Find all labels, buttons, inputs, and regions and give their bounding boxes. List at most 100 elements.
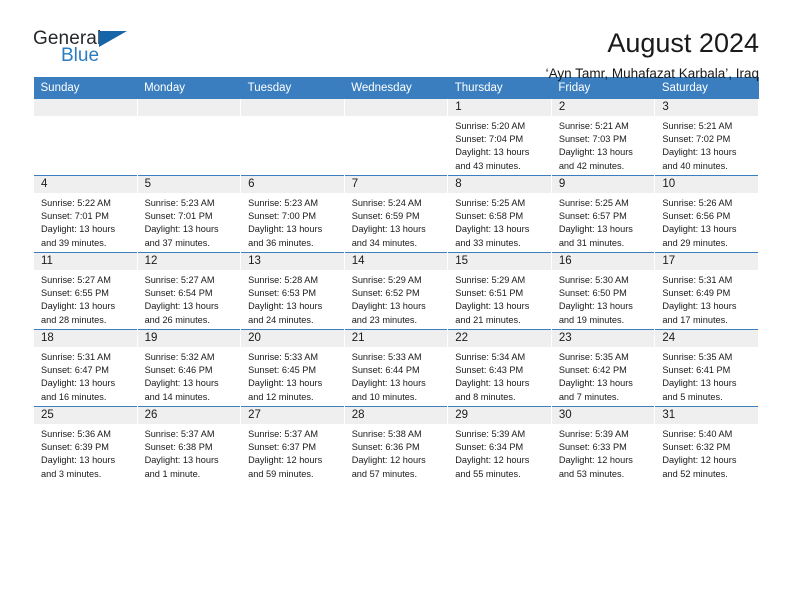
day-sun-info: Sunrise: 5:32 AM Sunset: 6:46 PM Daylight:…: [138, 347, 241, 404]
calendar-day-cell[interactable]: 31 Sunrise: 5:40 AM Sunset: 6:32 PM Dayligh…: [654, 406, 759, 483]
day-info-line: Daylight: 13 hours: [41, 378, 116, 389]
day-info-line: Sunrise: 5:39 AM: [558, 429, 629, 439]
calendar-week-row: 4 Sunrise: 5:22 AM Sunset: 7:01 PM Daylight…: [33, 175, 759, 253]
day-number: 30: [551, 407, 655, 424]
calendar-day-cell[interactable]: 30 Sunrise: 5:39 AM Sunset: 6:33 PM Dayligh…: [550, 406, 656, 483]
day-info-line: Daylight: 13 hours: [248, 224, 323, 235]
day-info-line: Sunrise: 5:23 AM: [144, 198, 215, 208]
day-info-line: Sunrise: 5:22 AM: [41, 198, 111, 208]
day-info-line: Daylight: 12 hours: [558, 455, 633, 466]
day-info-line: and 29 minutes.: [662, 237, 728, 248]
day-info-line: and 21 minutes.: [455, 314, 521, 325]
day-info-line: Daylight: 13 hours: [144, 301, 219, 312]
day-info-line: and 3 minutes.: [41, 468, 102, 479]
day-info-line: and 8 minutes.: [455, 391, 516, 402]
day-sun-info: Sunrise: 5:29 AM Sunset: 6:51 PM Daylight:…: [448, 270, 551, 327]
day-number: [34, 99, 137, 116]
calendar-day-cell[interactable]: 22 Sunrise: 5:34 AM Sunset: 6:43 PM Dayligh…: [447, 329, 552, 407]
brand-logo[interactable]: General Blue: [33, 28, 153, 76]
day-info-line: Daylight: 13 hours: [144, 224, 219, 235]
day-info-line: Sunrise: 5:27 AM: [41, 275, 111, 285]
calendar-day-cell[interactable]: 12 Sunrise: 5:27 AM Sunset: 6:54 PM Dayligh…: [136, 252, 242, 330]
calendar-day-cell[interactable]: 4 Sunrise: 5:22 AM Sunset: 7:01 PM Daylight…: [33, 175, 138, 253]
calendar-day-cell[interactable]: 1 Sunrise: 5:20 AM Sunset: 7:04 PM Daylight…: [447, 99, 552, 176]
day-info-line: Sunrise: 5:21 AM: [662, 121, 733, 131]
calendar-day-cell[interactable]: 25 Sunrise: 5:36 AM Sunset: 6:39 PM Dayligh…: [33, 406, 138, 483]
day-info-line: Sunrise: 5:29 AM: [455, 275, 526, 285]
day-info-line: Sunset: 6:44 PM: [351, 365, 420, 376]
calendar-day-cell[interactable]: 7 Sunrise: 5:24 AM Sunset: 6:59 PM Daylight…: [343, 175, 449, 253]
day-info-line: Daylight: 13 hours: [144, 378, 219, 389]
calendar-day-cell[interactable]: 23 Sunrise: 5:35 AM Sunset: 6:42 PM Dayligh…: [550, 329, 656, 407]
day-info-line: and 34 minutes.: [351, 237, 418, 248]
day-info-line: Sunset: 6:34 PM: [455, 442, 524, 453]
calendar-day-cell[interactable]: 5 Sunrise: 5:23 AM Sunset: 7:01 PM Daylight…: [136, 175, 242, 253]
day-info-line: Sunset: 6:53 PM: [248, 288, 317, 299]
calendar-day-cell[interactable]: 15 Sunrise: 5:29 AM Sunset: 6:51 PM Dayligh…: [447, 252, 552, 330]
calendar-day-cell[interactable]: 19 Sunrise: 5:32 AM Sunset: 6:46 PM Dayligh…: [136, 329, 242, 407]
day-info-line: Sunset: 7:04 PM: [455, 134, 524, 145]
calendar-day-cell-empty: [240, 99, 345, 176]
day-sun-info: Sunrise: 5:26 AM Sunset: 6:56 PM Daylight:…: [655, 193, 758, 250]
day-info-line: Sunset: 6:56 PM: [662, 211, 731, 222]
day-info-line: and 26 minutes.: [144, 314, 210, 325]
calendar-day-cell[interactable]: 13 Sunrise: 5:28 AM Sunset: 6:53 PM Dayligh…: [240, 252, 345, 330]
day-info-line: and 57 minutes.: [351, 468, 418, 479]
day-sun-info: Sunrise: 5:36 AM Sunset: 6:39 PM Daylight:…: [34, 424, 137, 481]
day-info-line: and 19 minutes.: [558, 314, 625, 325]
day-info-line: Daylight: 13 hours: [455, 301, 530, 312]
calendar-day-cell[interactable]: 27 Sunrise: 5:37 AM Sunset: 6:37 PM Dayligh…: [240, 406, 345, 483]
day-sun-info: Sunrise: 5:34 AM Sunset: 6:43 PM Daylight:…: [448, 347, 551, 404]
calendar-day-cell[interactable]: 2 Sunrise: 5:21 AM Sunset: 7:03 PM Daylight…: [550, 99, 656, 176]
calendar-day-cell[interactable]: 24 Sunrise: 5:35 AM Sunset: 6:41 PM Dayligh…: [654, 329, 759, 407]
calendar-day-cell[interactable]: 18 Sunrise: 5:31 AM Sunset: 6:47 PM Dayligh…: [33, 329, 138, 407]
day-info-line: Sunset: 6:38 PM: [144, 442, 213, 453]
day-sun-info: Sunrise: 5:27 AM Sunset: 6:54 PM Daylight:…: [138, 270, 241, 327]
calendar-day-cell[interactable]: 20 Sunrise: 5:33 AM Sunset: 6:45 PM Dayligh…: [240, 329, 345, 407]
day-info-line: Daylight: 12 hours: [662, 455, 737, 466]
day-info-line: Sunset: 6:47 PM: [41, 365, 109, 376]
calendar-day-cell[interactable]: 11 Sunrise: 5:27 AM Sunset: 6:55 PM Dayligh…: [33, 252, 138, 330]
day-info-line: Sunset: 6:49 PM: [662, 288, 731, 299]
day-info-line: and 43 minutes.: [455, 160, 521, 171]
day-info-line: Sunset: 6:50 PM: [558, 288, 627, 299]
calendar-day-cell[interactable]: 17 Sunrise: 5:31 AM Sunset: 6:49 PM Dayligh…: [654, 252, 759, 330]
calendar-day-cell[interactable]: 8 Sunrise: 5:25 AM Sunset: 6:58 PM Daylight…: [447, 175, 552, 253]
day-info-line: Sunrise: 5:40 AM: [662, 429, 733, 439]
calendar-week-row: 18 Sunrise: 5:31 AM Sunset: 6:47 PM Dayligh…: [33, 329, 759, 407]
day-info-line: Sunset: 6:59 PM: [351, 211, 420, 222]
day-info-line: and 12 minutes.: [248, 391, 314, 402]
day-number: 1: [448, 99, 551, 116]
day-number: 20: [241, 330, 344, 347]
day-info-line: Sunrise: 5:20 AM: [455, 121, 526, 131]
day-number: [344, 99, 448, 116]
day-info-line: Daylight: 13 hours: [41, 301, 116, 312]
day-sun-info: Sunrise: 5:33 AM Sunset: 6:44 PM Daylight:…: [345, 347, 448, 404]
calendar-day-cell[interactable]: 29 Sunrise: 5:39 AM Sunset: 6:34 PM Dayligh…: [447, 406, 552, 483]
day-number: 15: [448, 253, 551, 270]
calendar-day-cell[interactable]: 3 Sunrise: 5:21 AM Sunset: 7:02 PM Daylight…: [654, 99, 759, 176]
day-info-line: Daylight: 13 hours: [41, 224, 116, 235]
day-info-line: Daylight: 13 hours: [351, 378, 426, 389]
day-info-line: Sunset: 6:41 PM: [662, 365, 731, 376]
calendar-day-cell[interactable]: 28 Sunrise: 5:38 AM Sunset: 6:36 PM Dayligh…: [343, 406, 449, 483]
calendar-day-cell[interactable]: 21 Sunrise: 5:33 AM Sunset: 6:44 PM Dayligh…: [343, 329, 449, 407]
day-info-line: Sunrise: 5:26 AM: [662, 198, 733, 208]
calendar-day-cell[interactable]: 10 Sunrise: 5:26 AM Sunset: 6:56 PM Dayligh…: [654, 175, 759, 253]
day-info-line: Sunrise: 5:34 AM: [455, 352, 526, 362]
calendar-table: Sunday Monday Tuesday Wednesday Thursday…: [33, 77, 759, 483]
day-info-line: and 40 minutes.: [662, 160, 728, 171]
day-sun-info: Sunrise: 5:25 AM Sunset: 6:57 PM Daylight:…: [552, 193, 655, 250]
calendar-day-cell[interactable]: 14 Sunrise: 5:29 AM Sunset: 6:52 PM Dayligh…: [343, 252, 449, 330]
calendar-day-cell[interactable]: 6 Sunrise: 5:23 AM Sunset: 7:00 PM Daylight…: [240, 175, 345, 253]
calendar-day-cell[interactable]: 16 Sunrise: 5:30 AM Sunset: 6:50 PM Dayligh…: [550, 252, 656, 330]
day-number: 22: [448, 330, 551, 347]
calendar-day-cell[interactable]: 26 Sunrise: 5:37 AM Sunset: 6:38 PM Dayligh…: [136, 406, 242, 483]
day-info-line: and 24 minutes.: [248, 314, 314, 325]
title-block: August 2024 ‘Ayn Tamr, Muhafazat Karbala…: [153, 28, 759, 82]
calendar-day-cell[interactable]: 9 Sunrise: 5:25 AM Sunset: 6:57 PM Daylight…: [550, 175, 656, 253]
day-sun-info: Sunrise: 5:31 AM Sunset: 6:49 PM Daylight:…: [655, 270, 758, 327]
day-sun-info: Sunrise: 5:39 AM Sunset: 6:34 PM Daylight:…: [448, 424, 551, 481]
day-sun-info: [138, 116, 241, 120]
day-info-line: Sunset: 7:01 PM: [144, 211, 213, 222]
